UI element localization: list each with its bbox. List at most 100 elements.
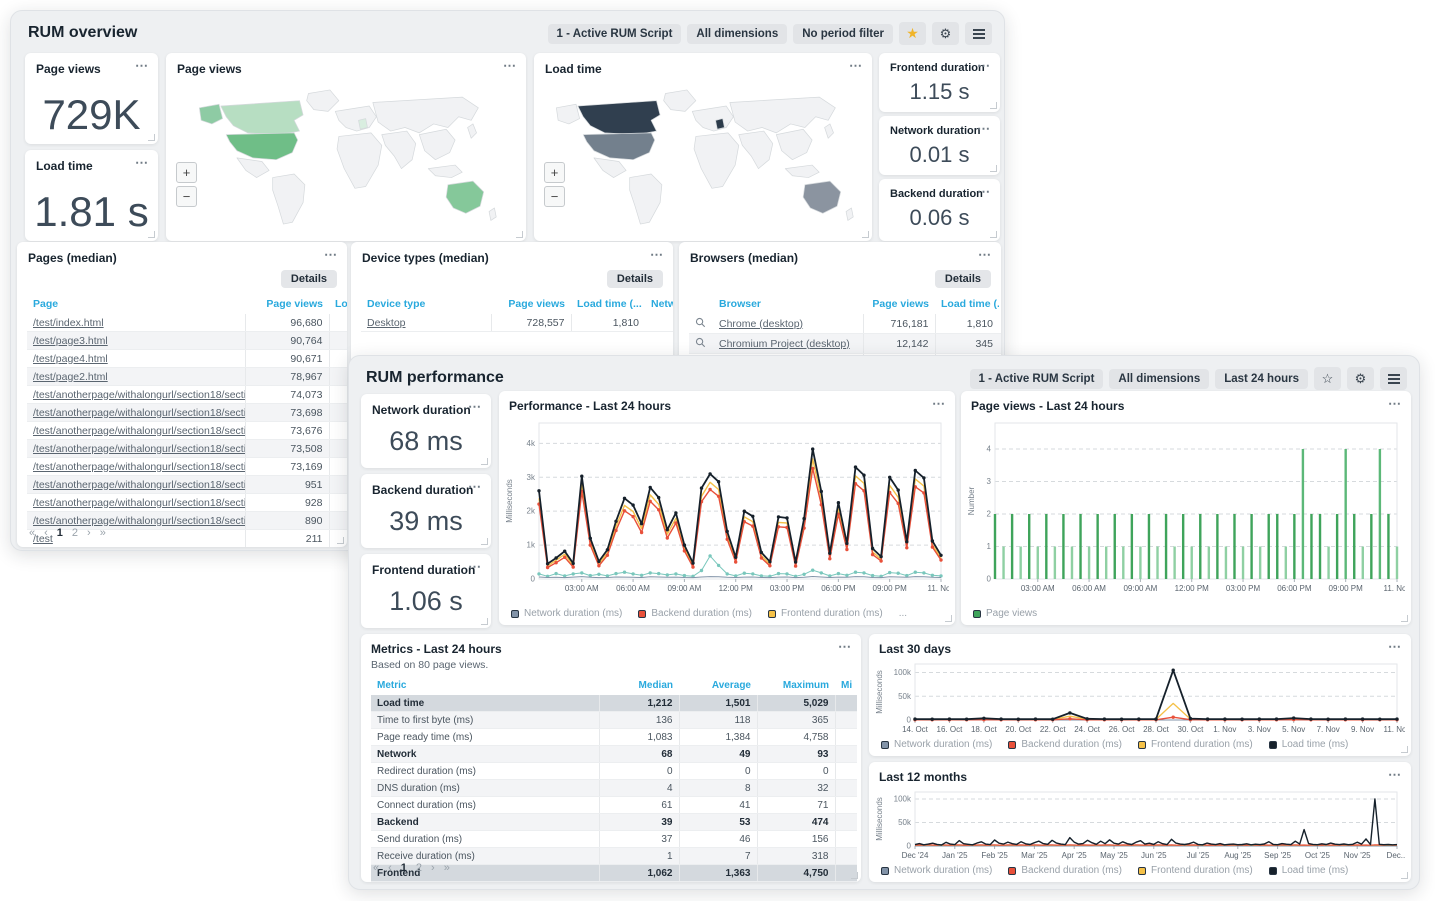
- active-rum-script-chip[interactable]: 1 - Active RUM Script: [970, 369, 1104, 389]
- table-link[interactable]: Chromium Project (desktop): [719, 338, 850, 350]
- column-header[interactable]: Page views: [491, 294, 571, 314]
- page-button[interactable]: »: [444, 862, 450, 874]
- column-header[interactable]: Page views: [863, 294, 935, 314]
- card-menu-button[interactable]: ⋯: [324, 247, 338, 263]
- search-icon[interactable]: [695, 317, 706, 328]
- card-menu-button[interactable]: ⋯: [977, 58, 991, 74]
- table-link[interactable]: /test/anotherpage/withalongurl/section18…: [33, 479, 245, 491]
- table-link[interactable]: /test/page2.html: [33, 371, 108, 383]
- column-header[interactable]: Page: [27, 294, 245, 314]
- legend-item[interactable]: Frontend duration (ms): [1138, 865, 1253, 876]
- card-menu-button[interactable]: ⋯: [977, 121, 991, 137]
- card-menu-button[interactable]: ⋯: [1388, 767, 1402, 783]
- search-icon[interactable]: [695, 337, 706, 348]
- card-menu-button[interactable]: ⋯: [468, 479, 482, 495]
- menu-button[interactable]: [965, 22, 992, 45]
- column-header[interactable]: Mi: [835, 676, 857, 695]
- column-header[interactable]: Maximum: [757, 676, 835, 695]
- legend-item[interactable]: Page views: [973, 608, 1037, 619]
- table-link[interactable]: /test/anotherpage/withalongurl/section18…: [33, 407, 245, 419]
- card-menu-button[interactable]: ⋯: [468, 399, 482, 415]
- card-menu-button[interactable]: ⋯: [838, 639, 852, 655]
- period-filter-chip[interactable]: Last 24 hours: [1215, 369, 1308, 389]
- column-header[interactable]: Load time (...: [571, 294, 645, 314]
- country-china: [776, 129, 812, 159]
- card-menu-button[interactable]: ⋯: [1388, 639, 1402, 655]
- legend-item[interactable]: Backend duration (ms): [638, 608, 752, 619]
- svg-text:28. Oct: 28. Oct: [1143, 725, 1170, 734]
- column-header[interactable]: Device type: [361, 294, 491, 314]
- page-button[interactable]: «: [29, 527, 35, 539]
- page-button[interactable]: 2: [416, 862, 422, 874]
- legend-item[interactable]: Network duration (ms): [881, 739, 992, 750]
- legend-label: Load time (ms): [1282, 739, 1349, 750]
- table-link[interactable]: /test/anotherpage/withalongurl/section18…: [33, 497, 245, 509]
- active-rum-script-chip[interactable]: 1 - Active RUM Script: [548, 24, 682, 44]
- table-link[interactable]: /test/index.html: [33, 317, 104, 329]
- menu-button[interactable]: [1380, 367, 1407, 390]
- table-link[interactable]: /test/anotherpage/withalongurl/section18…: [33, 515, 245, 527]
- legend-item[interactable]: Backend duration (ms): [1008, 739, 1122, 750]
- table-link[interactable]: Chrome (desktop): [719, 318, 803, 330]
- table-link[interactable]: /test/anotherpage/withalongurl/section18…: [33, 425, 245, 437]
- page-button[interactable]: ›: [87, 527, 91, 539]
- card-menu-button[interactable]: ⋯: [503, 58, 517, 74]
- map-zoom-in-button[interactable]: +: [544, 162, 565, 183]
- legend-item[interactable]: Load time (ms): [1269, 865, 1349, 876]
- legend-item[interactable]: Frontend duration (ms): [1138, 739, 1253, 750]
- legend-item[interactable]: Load time (ms): [1269, 739, 1349, 750]
- table-link[interactable]: /test/page3.html: [33, 335, 108, 347]
- card-menu-button[interactable]: ⋯: [650, 247, 664, 263]
- page-button[interactable]: ‹: [388, 862, 392, 874]
- page-button[interactable]: »: [100, 527, 106, 539]
- table-link[interactable]: /test/anotherpage/withalongurl/section18…: [33, 389, 245, 401]
- legend-item[interactable]: Backend duration (ms): [1008, 865, 1122, 876]
- favorite-button[interactable]: ★: [899, 22, 926, 45]
- all-dimensions-chip[interactable]: All dimensions: [687, 24, 787, 44]
- column-header[interactable]: Page views: [245, 294, 329, 314]
- column-header[interactable]: Median: [599, 676, 679, 695]
- column-header[interactable]: Networ: [645, 294, 673, 314]
- card-menu-button[interactable]: ⋯: [977, 184, 991, 200]
- card-menu-button[interactable]: ⋯: [135, 155, 149, 171]
- page-button[interactable]: «: [373, 862, 379, 874]
- world-map[interactable]: [540, 81, 866, 233]
- page-button[interactable]: 2: [72, 527, 78, 539]
- card-menu-button[interactable]: ⋯: [468, 559, 482, 575]
- table-link[interactable]: /test/anotherpage/withalongurl/section18…: [33, 461, 245, 473]
- period-filter-chip[interactable]: No period filter: [793, 24, 893, 44]
- legend-item[interactable]: Network duration (ms): [881, 865, 992, 876]
- column-header[interactable]: N: [999, 294, 1001, 314]
- settings-button[interactable]: ⚙: [932, 22, 959, 45]
- column-header[interactable]: Metric: [371, 676, 599, 695]
- details-button[interactable]: Details: [607, 270, 663, 288]
- legend-more[interactable]: ...: [899, 608, 907, 619]
- all-dimensions-chip[interactable]: All dimensions: [1109, 369, 1209, 389]
- world-map[interactable]: [172, 81, 520, 233]
- table-link[interactable]: /test/page4.html: [33, 353, 108, 365]
- table-link[interactable]: /test/anotherpage/withalongurl/section18…: [33, 443, 245, 455]
- card-menu-button[interactable]: ⋯: [849, 58, 863, 74]
- favorite-button[interactable]: ☆: [1314, 367, 1341, 390]
- column-header[interactable]: Load time (...: [935, 294, 999, 314]
- column-header[interactable]: Browser: [713, 294, 863, 314]
- page-button[interactable]: 1: [401, 862, 407, 874]
- card-menu-button[interactable]: ⋯: [978, 247, 992, 263]
- map-zoom-in-button[interactable]: +: [176, 162, 197, 183]
- details-button[interactable]: Details: [281, 270, 337, 288]
- card-menu-button[interactable]: ⋯: [932, 396, 946, 412]
- map-zoom-out-button[interactable]: −: [544, 186, 565, 207]
- map-zoom-out-button[interactable]: −: [176, 186, 197, 207]
- settings-button[interactable]: ⚙: [1347, 367, 1374, 390]
- card-menu-button[interactable]: ⋯: [1388, 396, 1402, 412]
- legend-item[interactable]: Network duration (ms): [511, 608, 622, 619]
- details-button[interactable]: Details: [935, 270, 991, 288]
- page-button[interactable]: 1: [57, 527, 63, 539]
- legend-item[interactable]: Frontend duration (ms): [768, 608, 883, 619]
- column-header[interactable]: Average: [679, 676, 757, 695]
- page-button[interactable]: ›: [431, 862, 435, 874]
- column-header[interactable]: Lo: [329, 294, 347, 314]
- card-menu-button[interactable]: ⋯: [135, 58, 149, 74]
- page-button[interactable]: ‹: [44, 527, 48, 539]
- table-link[interactable]: Desktop: [367, 317, 406, 329]
